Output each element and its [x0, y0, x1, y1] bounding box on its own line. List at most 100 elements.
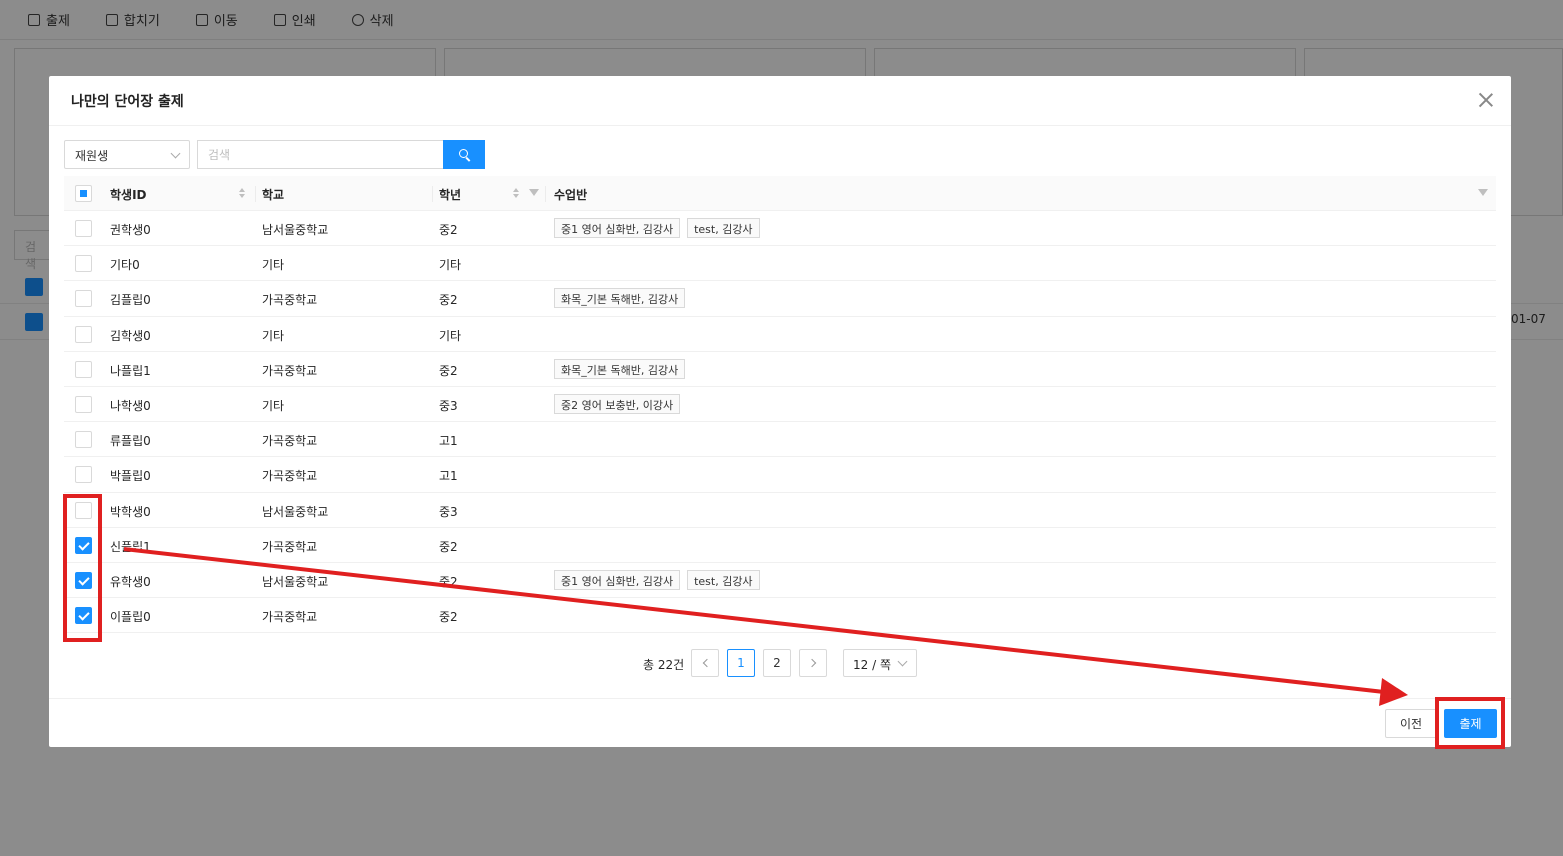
school-cell: 가곡중학교 — [262, 539, 318, 554]
class-tag: 중1 영어 심화반, 김강사 — [554, 569, 681, 590]
grade-cell: 고1 — [439, 434, 458, 449]
student-id-cell: 김학생0 — [110, 328, 151, 343]
page-size-value: 12 / 쪽 — [853, 658, 891, 672]
row-checkbox[interactable] — [75, 220, 92, 237]
sort-icon[interactable] — [239, 188, 245, 199]
column-school: 학교 — [262, 188, 285, 202]
table-row[interactable]: 이플립0 가곡중학교 중2 — [64, 598, 1496, 634]
table-row[interactable]: 기타0 기타 기타 — [64, 246, 1496, 282]
table-row[interactable]: 권학생0 남서울중학교 중2 중1 영어 심화반, 김강사 test, 김강사 — [64, 211, 1496, 247]
select-value: 재원생 — [75, 149, 109, 163]
table-row[interactable]: 김플립0 가곡중학교 중2 화목_기본 독해반, 김강사 — [64, 281, 1496, 317]
class-tag: 중2 영어 보충반, 이강사 — [554, 393, 681, 414]
student-id-cell: 박학생0 — [110, 504, 151, 519]
modal-title: 나만의 단어장 출제 — [71, 93, 184, 110]
row-checkbox[interactable] — [75, 325, 92, 343]
table-row[interactable]: 신플립1 가곡중학교 중2 — [64, 528, 1496, 563]
assign-vocabulary-modal: 나만의 단어장 출제 재원생 학생ID 학교 학년 수업반 권학생0 남서울중학교… — [49, 76, 1511, 747]
page-2-button[interactable]: 2 — [763, 649, 791, 677]
filter-icon[interactable] — [529, 189, 539, 196]
grade-cell: 기타 — [439, 258, 462, 273]
student-table: 학생ID 학교 학년 수업반 권학생0 남서울중학교 중2 중1 영어 심화반, 김강… — [64, 176, 1496, 634]
page-1-button[interactable]: 1 — [727, 649, 755, 677]
grade-cell: 기타 — [439, 328, 462, 343]
modal-footer: 이전 출제 — [49, 698, 1511, 747]
student-status-select[interactable]: 재원생 — [64, 140, 190, 169]
column-divider — [545, 186, 546, 202]
select-all-checkbox[interactable] — [75, 185, 92, 202]
chevron-down-icon — [897, 656, 908, 667]
row-checkbox[interactable] — [75, 290, 92, 308]
table-row[interactable]: 박학생0 남서울중학교 중3 — [64, 493, 1496, 528]
school-cell: 기타 — [262, 328, 285, 343]
school-cell: 가곡중학교 — [262, 434, 318, 449]
student-id-cell: 이플립0 — [110, 610, 151, 625]
grade-cell: 중2 — [439, 293, 458, 308]
page-size-select[interactable]: 12 / 쪽 — [843, 649, 917, 677]
table-row[interactable]: 박플립0 가곡중학교 고1 — [64, 457, 1496, 493]
class-tags: 화목_기본 독해반, 김강사 — [554, 358, 686, 379]
column-grade[interactable]: 학년 — [439, 186, 461, 203]
row-checkbox[interactable] — [75, 395, 92, 413]
row-checkbox[interactable] — [75, 255, 92, 273]
modal-header: 나만의 단어장 출제 — [49, 76, 1511, 126]
school-cell: 가곡중학교 — [262, 610, 318, 625]
column-class: 수업반 — [554, 188, 588, 202]
search-button[interactable] — [443, 140, 485, 169]
student-id-cell: 유학생0 — [110, 574, 151, 589]
class-tag: 중1 영어 심화반, 김강사 — [554, 218, 681, 238]
student-id-cell: 신플립1 — [110, 539, 151, 554]
row-checkbox[interactable] — [75, 360, 92, 378]
table-row[interactable]: 유학생0 남서울중학교 중2 중1 영어 심화반, 김강사 test, 김강사 — [64, 563, 1496, 599]
grade-cell: 고1 — [439, 469, 458, 484]
student-id-cell: 김플립0 — [110, 293, 151, 308]
search-icon — [459, 149, 468, 158]
class-tags: 중2 영어 보충반, 이강사 — [554, 393, 681, 414]
chevron-left-icon — [702, 658, 712, 668]
table-row[interactable]: 류플립0 가곡중학교 고1 — [64, 422, 1496, 458]
filter-icon[interactable] — [1478, 189, 1488, 196]
class-tag: 화목_기본 독해반, 김강사 — [554, 288, 686, 309]
student-id-cell: 권학생0 — [110, 223, 151, 237]
total-count: 총 22건 — [643, 658, 685, 672]
student-id-cell: 박플립0 — [110, 469, 151, 484]
prev-page-button[interactable] — [691, 649, 719, 677]
school-cell: 남서울중학교 — [262, 574, 329, 589]
school-cell: 가곡중학교 — [262, 469, 318, 484]
grade-cell: 중2 — [439, 363, 458, 378]
student-id-cell: 기타0 — [110, 258, 140, 273]
row-checkbox[interactable] — [75, 431, 92, 449]
grade-cell: 중2 — [439, 610, 458, 625]
close-icon[interactable] — [1479, 93, 1493, 107]
grade-cell: 중2 — [439, 574, 458, 589]
grade-cell: 중2 — [439, 539, 458, 554]
sort-icon[interactable] — [513, 188, 519, 199]
row-checkbox[interactable] — [75, 466, 92, 484]
class-tag: test, 김강사 — [687, 218, 760, 238]
table-row[interactable]: 나플립1 가곡중학교 중2 화목_기본 독해반, 김강사 — [64, 352, 1496, 387]
student-id-cell: 류플립0 — [110, 434, 151, 449]
class-tags: 중1 영어 심화반, 김강사 test, 김강사 — [554, 218, 760, 238]
table-header: 학생ID 학교 학년 수업반 — [64, 176, 1496, 211]
table-row[interactable]: 나학생0 기타 중3 중2 영어 보충반, 이강사 — [64, 387, 1496, 423]
column-divider — [432, 186, 433, 202]
school-cell: 가곡중학교 — [262, 363, 318, 378]
column-student-id[interactable]: 학생ID — [110, 186, 147, 203]
student-id-cell: 나학생0 — [110, 398, 151, 413]
school-cell: 가곡중학교 — [262, 293, 318, 308]
grade-cell: 중2 — [439, 223, 458, 237]
class-tags: 화목_기본 독해반, 김강사 — [554, 288, 686, 309]
pagination: 총 22건 1 2 12 / 쪽 — [49, 649, 1511, 679]
submit-highlight — [1435, 697, 1505, 749]
table-body: 권학생0 남서울중학교 중2 중1 영어 심화반, 김강사 test, 김강사 기타0 기타… — [64, 211, 1496, 634]
school-cell: 기타 — [262, 398, 285, 413]
class-tag: test, 김강사 — [687, 569, 760, 590]
table-row[interactable]: 김학생0 기타 기타 — [64, 317, 1496, 352]
chevron-down-icon — [170, 148, 181, 159]
student-id-cell: 나플립1 — [110, 363, 151, 378]
previous-button[interactable]: 이전 — [1385, 709, 1437, 738]
next-page-button[interactable] — [799, 649, 827, 677]
filter-bar: 재원생 — [64, 140, 485, 169]
school-cell: 남서울중학교 — [262, 504, 329, 519]
search-input[interactable] — [197, 140, 443, 169]
